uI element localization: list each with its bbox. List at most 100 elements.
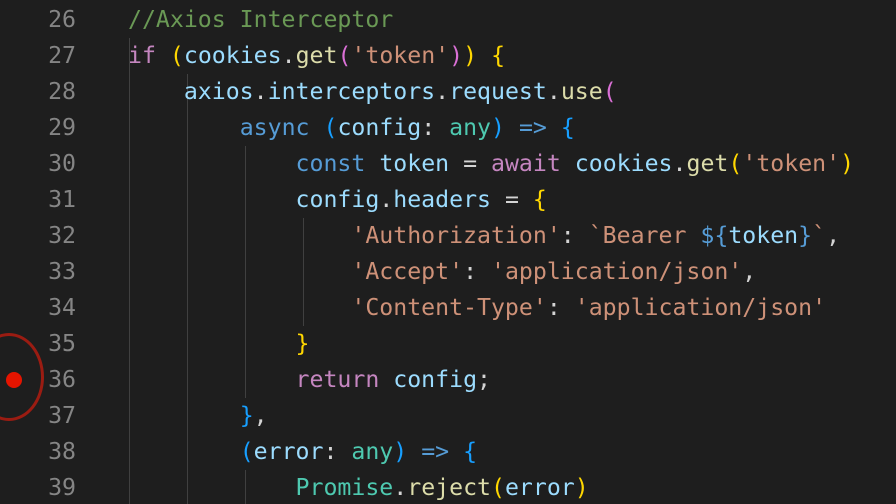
code-token: :	[560, 222, 589, 249]
code-token: token	[379, 150, 450, 177]
code-token: config	[295, 186, 380, 213]
code-text[interactable]: Promise.reject(error)	[128, 470, 589, 504]
code-text[interactable]: axios.interceptors.request.use(	[128, 74, 617, 110]
line-number[interactable]: 27	[0, 38, 76, 74]
code-line[interactable]: 38 (error: any) => {	[0, 434, 896, 470]
code-token: =	[491, 186, 533, 213]
code-token: :	[463, 258, 491, 285]
code-token: await	[491, 150, 561, 177]
code-text[interactable]: //Axios Interceptor	[128, 2, 393, 38]
code-editor[interactable]: 26//Axios Interceptor 27 if (cookies.get('…	[0, 0, 896, 504]
code-token: ,	[253, 402, 268, 429]
code-token: =>	[518, 114, 547, 141]
code-token: error	[504, 474, 575, 501]
code-token: any	[351, 438, 394, 465]
code-token: ,	[826, 222, 841, 249]
code-text[interactable]: }	[128, 326, 310, 362]
code-text[interactable]: 'Authorization': `Bearer ${token}`,	[128, 218, 840, 254]
code-token: async	[239, 114, 310, 141]
line-number[interactable]: 33	[0, 254, 76, 290]
code-token: const	[295, 150, 366, 177]
code-token: `	[812, 222, 827, 249]
line-number[interactable]: 26	[0, 2, 76, 38]
code-token: return	[295, 366, 380, 393]
code-token: }	[798, 222, 813, 249]
code-token: 'token'	[351, 42, 450, 69]
code-token: ,	[742, 258, 757, 285]
code-text[interactable]: },	[128, 398, 268, 434]
code-line[interactable]: 34 'Content-Type': 'application/json'	[0, 290, 896, 326]
code-token: ;	[477, 366, 491, 393]
code-line[interactable]: 36 return config;	[0, 362, 896, 398]
code-text[interactable]: if (cookies.get('token')) {	[128, 38, 505, 74]
line-number[interactable]: 32	[0, 218, 76, 254]
code-line[interactable]: 37 },	[0, 398, 896, 434]
code-token: (	[728, 150, 743, 177]
code-text[interactable]: 'Content-Type': 'application/json'	[128, 290, 826, 326]
code-text[interactable]: async (config: any) => {	[128, 110, 575, 146]
code-token: use	[560, 78, 603, 105]
code-token: `Bearer	[588, 222, 701, 249]
code-line[interactable]: 26 //Axios Interceptor	[0, 2, 896, 38]
code-token: any	[449, 114, 492, 141]
code-token: (	[602, 78, 617, 105]
code-text[interactable]: return config;	[128, 362, 491, 398]
line-number[interactable]: 30	[0, 146, 76, 182]
code-token: reject	[407, 474, 491, 501]
line-number[interactable]: 34	[0, 290, 76, 326]
code-token: 'Content-Type'	[351, 294, 547, 321]
code-line[interactable]: 32 'Authorization': `Bearer ${token}`,	[0, 218, 896, 254]
code-token: )	[463, 42, 478, 69]
code-token: =	[449, 150, 492, 177]
code-token: headers	[393, 186, 491, 213]
code-token: .	[435, 78, 450, 105]
code-line[interactable]: 30 const token = await cookies.get('toke…	[0, 146, 896, 182]
code-token: cookies	[183, 42, 282, 69]
code-text[interactable]: config.headers = {	[128, 182, 547, 218]
code-token: .	[546, 78, 561, 105]
code-token: {	[491, 42, 506, 69]
line-number[interactable]: 31	[0, 182, 76, 218]
code-token: :	[323, 438, 352, 465]
code-text[interactable]: const token = await cookies.get('token')	[128, 146, 855, 182]
code-token: )	[574, 474, 589, 501]
code-token: if	[128, 42, 156, 69]
code-line[interactable]: 35 }	[0, 326, 896, 362]
code-token: }	[295, 330, 310, 357]
code-token: config	[337, 114, 422, 141]
code-token: (	[169, 42, 184, 69]
code-token: get	[686, 150, 729, 177]
code-token: :	[421, 114, 450, 141]
code-line[interactable]: 33 'Accept': 'application/json',	[0, 254, 896, 290]
code-token: 'token'	[742, 150, 841, 177]
code-token: .	[281, 42, 296, 69]
line-number[interactable]: 38	[0, 434, 76, 470]
code-text[interactable]: 'Accept': 'application/json',	[128, 254, 756, 290]
code-token: .	[253, 78, 268, 105]
code-token: token	[728, 222, 799, 249]
code-line[interactable]: 31 config.headers = {	[0, 182, 896, 218]
code-line[interactable]: 29 async (config: any) => {	[0, 110, 896, 146]
code-token: request	[449, 78, 547, 105]
code-line[interactable]: 39 Promise.reject(error)	[0, 470, 896, 504]
line-number[interactable]: 28	[0, 74, 76, 110]
code-line[interactable]: 28 axios.interceptors.request.use(	[0, 74, 896, 110]
code-token: {	[532, 186, 547, 213]
line-number[interactable]: 29	[0, 110, 76, 146]
code-token: {	[463, 438, 478, 465]
code-token: (	[323, 114, 338, 141]
code-line[interactable]: 27 if (cookies.get('token')) {	[0, 38, 896, 74]
code-token: error	[253, 438, 324, 465]
line-number[interactable]: 39	[0, 470, 76, 504]
code-text[interactable]: (error: any) => {	[128, 434, 477, 470]
